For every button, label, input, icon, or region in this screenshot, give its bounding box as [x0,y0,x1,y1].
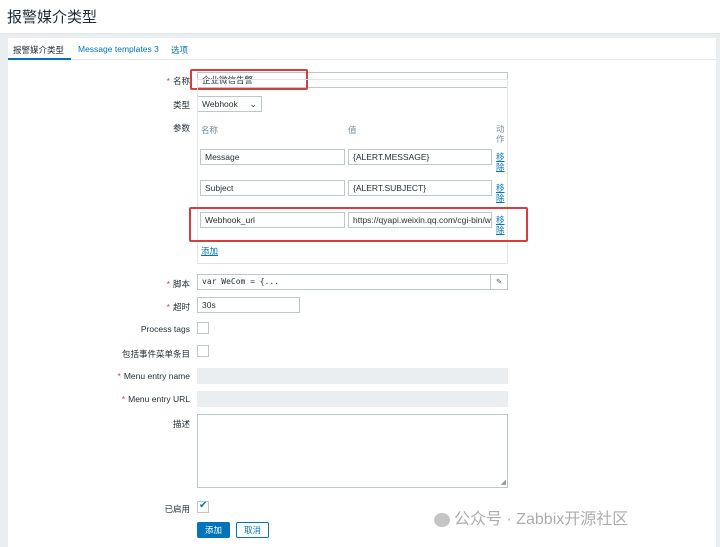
type-label: 类型 [172,100,190,110]
param-value-input[interactable]: {ALERT.SUBJECT} [348,180,492,196]
param-remove-link[interactable]: 移除 [496,183,506,203]
name-label: * 名称 [166,76,190,86]
watermark: 公众号 · Zabbix开源社区 [434,505,628,529]
page-title: 报警媒介类型 [7,9,98,26]
menu-entry-url-label: * Menu entry URL [121,394,190,404]
menu-entry-url-input[interactable] [197,391,508,407]
include-menu-label: 包括事件菜单条目 [121,349,190,359]
params-col-value: 值 [348,125,357,135]
menu-entry-name-input[interactable] [197,368,508,384]
params-label: 参数 [172,123,190,133]
param-name-input[interactable]: Message [200,149,345,165]
add-button[interactable]: 添加 [197,522,230,538]
timeout-label: * 超时 [166,302,190,312]
tab-message-templates-count: 3 [154,44,159,54]
menu-entry-name-label: * Menu entry name [117,371,190,381]
params-col-name: 名称 [201,125,219,135]
param-name-input[interactable]: Subject [200,180,345,196]
highlight-box-webhook-url [189,207,528,242]
script-value: var WeCom = {... [202,277,280,286]
resize-handle-icon[interactable]: ◢ [501,478,506,486]
tab-options[interactable]: 选项 [171,44,188,56]
watermark-text: 公众号 · Zabbix开源社区 [454,511,629,528]
tab-message-templates[interactable]: Message templates 3 [78,44,159,54]
enabled-label: 已启用 [164,504,190,514]
active-tab-indicator [8,58,71,60]
description-label: 描述 [172,419,190,429]
process-tags-checkbox[interactable] [197,322,209,334]
add-param-link[interactable]: 添加 [201,245,218,257]
wechat-icon [434,512,450,527]
checkmark-icon: ✔ [199,500,208,511]
pencil-icon[interactable]: ✎ [490,275,507,289]
enabled-checkbox[interactable]: ✔ [197,500,209,513]
params-col-action: 动作 [496,124,505,144]
page-header: 报警媒介类型 [0,0,720,34]
script-input[interactable]: var WeCom = {... ✎ [197,274,508,290]
tab-bar: 报警媒介类型 Message templates 3 选项 [8,38,716,60]
tab-message-templates-label: Message templates [78,44,152,54]
param-remove-link[interactable]: 移除 [496,152,506,172]
tab-media-type[interactable]: 报警媒介类型 [13,44,64,56]
process-tags-label: Process tags [140,324,190,334]
script-label: * 脚本 [166,279,190,289]
include-menu-checkbox[interactable] [197,345,209,357]
timeout-input[interactable]: 30s [197,297,300,313]
cancel-button[interactable]: 取消 [236,522,269,538]
description-textarea[interactable]: ◢ [197,414,508,488]
param-value-input[interactable]: {ALERT.MESSAGE} [348,149,492,165]
